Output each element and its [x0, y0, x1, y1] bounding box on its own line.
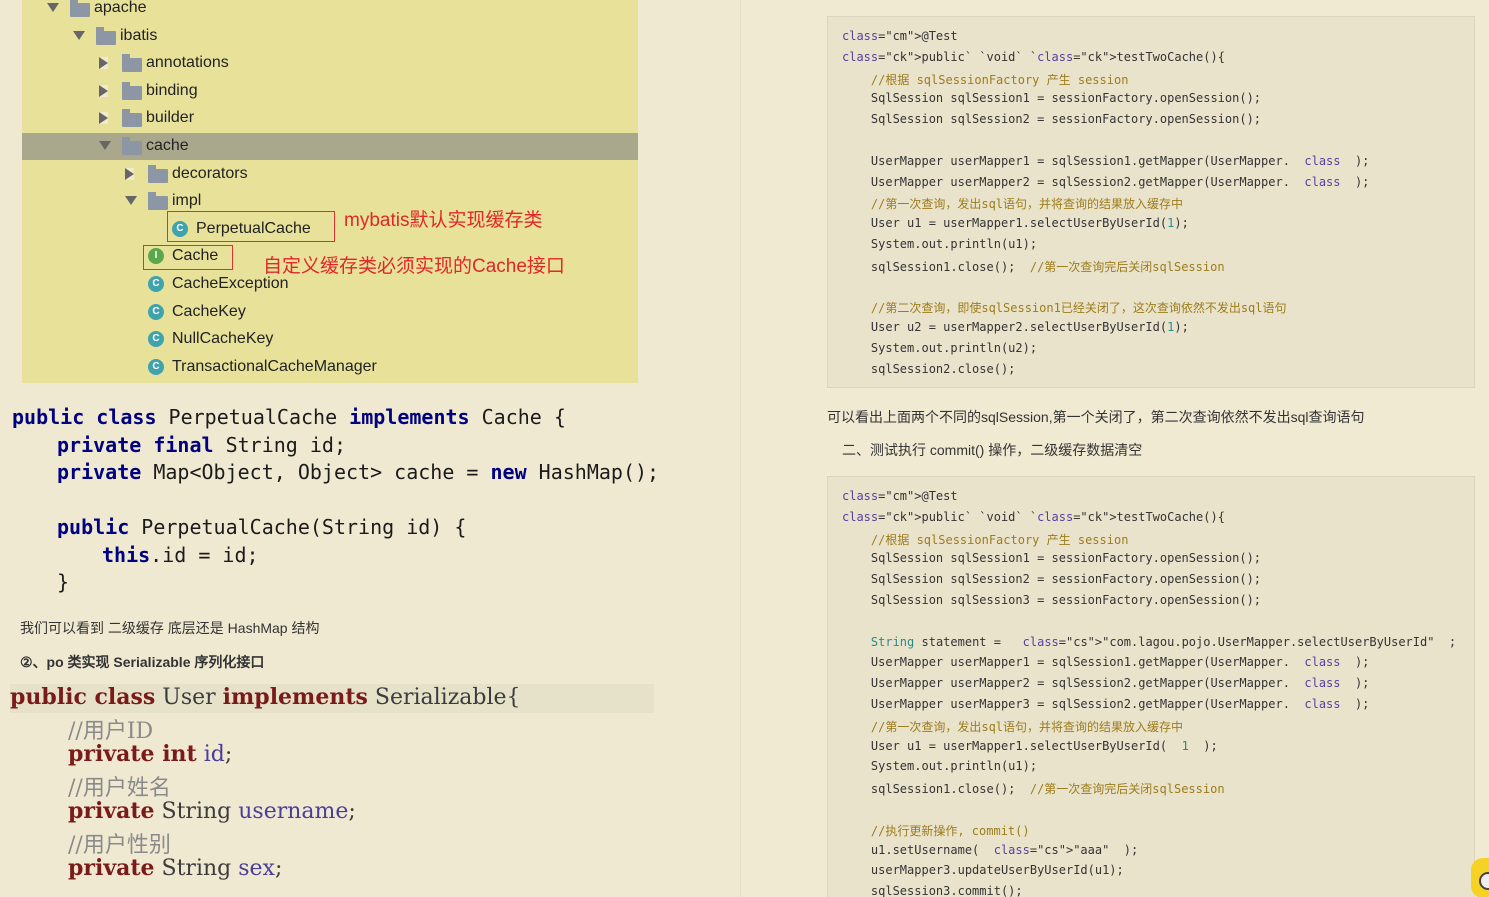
chevron-right-icon[interactable]: [99, 57, 108, 70]
tree-item-label: NullCacheKey: [172, 330, 274, 348]
tree-item-label: decorators: [172, 164, 248, 182]
tree-item-label: TransactionalCacheManager: [172, 357, 377, 375]
folder-icon: [122, 54, 142, 73]
tree-item-ibatis[interactable]: ibatis: [22, 23, 638, 50]
chevron-down-icon[interactable]: [73, 30, 85, 40]
code-line: UserMapper userMapper3 = sqlSession2.get…: [842, 697, 1370, 711]
chevron-down-icon[interactable]: [125, 196, 137, 206]
folder-icon: [122, 81, 142, 100]
tree-item-label: binding: [146, 81, 198, 99]
code-line: //第一次查询，发出sql语句，并将查询的结果放入缓存中: [870, 197, 1184, 212]
tree-item-annotations[interactable]: annotations: [22, 50, 638, 77]
chevron-down-icon[interactable]: [47, 3, 59, 12]
folder-icon: [96, 26, 116, 45]
code-line: UserMapper userMapper2 = sqlSession2.get…: [842, 676, 1370, 691]
highlight-box-perpetualcache: [167, 211, 335, 242]
folder-icon: [122, 109, 142, 128]
code-line: UserMapper userMapper2 = sqlSession2.get…: [842, 174, 1370, 189]
tree-item-cache[interactable]: cache: [22, 133, 638, 160]
paragraph-hashmap: 我们可以看到 二级缓存 底层还是 HashMap 结构: [20, 620, 320, 636]
code-line: //第二次查询，即使sqlSession1已经关闭了，这次查询依然不发出sql语…: [870, 301, 1287, 316]
code-line: sqlSession1.close(); //第一次查询完后关闭sqlSessi…: [842, 259, 1225, 274]
code-line: sqlSession3.commit();: [842, 884, 1023, 897]
code-line: User u1 = userMapper1.selectUserByUserId…: [842, 738, 1218, 753]
tree-item-builder[interactable]: builder: [22, 105, 638, 132]
tree-item-label: annotations: [146, 54, 229, 72]
tree-item-nullcachekey[interactable]: C NullCacheKey: [22, 326, 638, 353]
folder-icon: [122, 137, 142, 155]
code-line: SqlSession sqlSession2 = sessionFactory.…: [842, 572, 1262, 587]
code-line: SqlSession sqlSession3 = sessionFactory.…: [842, 593, 1262, 607]
code-line: u1.setUsername( class="cs">"aaa" );: [842, 842, 1139, 857]
code-line: SqlSession sqlSession2 = sessionFactory.…: [842, 112, 1262, 127]
annotation-cache-interface: 自定义缓存类必须实现的Cache接口: [263, 256, 565, 277]
folder-icon: [70, 0, 90, 17]
code-line: userMapper3.updateUserByUserId(u1);: [842, 863, 1124, 878]
code-line: UserMapper userMapper1 = sqlSession1.get…: [842, 655, 1370, 670]
tree-item-cachekey[interactable]: C CacheKey: [22, 299, 638, 326]
code-line: //执行更新操作, commit(): [870, 823, 1030, 838]
chevron-down-icon[interactable]: [99, 141, 111, 150]
code-line: sqlSession1.close(); //第一次查询完后关闭sqlSessi…: [842, 782, 1225, 797]
code-line: SqlSession sqlSession1 = sessionFactory.…: [842, 551, 1262, 566]
paragraph-serializable: ②、po 类实现 Serializable 序列化接口: [20, 654, 265, 670]
class-icon: C: [148, 331, 164, 348]
tree-item-label: CacheKey: [172, 302, 246, 320]
class-icon: C: [148, 303, 164, 320]
chevron-right-icon[interactable]: [125, 167, 134, 180]
code-line: System.out.println(u2);: [842, 341, 1038, 355]
tree-item-decorators[interactable]: decorators: [22, 161, 638, 188]
tree-item-label: apache: [94, 0, 147, 16]
class-icon: C: [148, 276, 164, 292]
code-line: System.out.println(u1);: [842, 759, 1038, 774]
left-column: apache ibatis annotations binding builder cac…: [0, 0, 740, 897]
folder-icon: [148, 192, 168, 211]
tree-item-label: cache: [146, 137, 189, 154]
code-block-1: class="cm">@Test class="ck">public` `void…: [827, 16, 1475, 388]
code-line: System.out.println(u1);: [842, 237, 1038, 251]
mascot-icon: [1471, 858, 1489, 897]
code-line: User u1 = userMapper1.selectUserByUserId…: [842, 216, 1189, 231]
code-line: //根据 sqlSessionFactory 产生 session: [870, 532, 1129, 547]
code-line: //第一次查询，发出sql语句，并将查询的结果放入缓存中: [870, 719, 1184, 734]
right-column: class="cm">@Test class="ck">public` `void…: [740, 0, 1489, 897]
tree-item-label: impl: [172, 192, 202, 210]
code-line: sqlSession2.close();: [842, 361, 1016, 376]
code-block-2: class="cm">@Test class="ck">public` `void…: [827, 476, 1475, 897]
code-line: String statement = class="cs">"com.lagou…: [870, 634, 1457, 649]
code-line: class="ck">public` `void` `class="ck">te…: [842, 509, 1225, 524]
code-line: UserMapper userMapper1 = sqlSession1.get…: [842, 153, 1370, 168]
code-line: class="cm">@Test: [842, 489, 958, 503]
highlight-box-cache: [143, 245, 233, 270]
code-line: SqlSession sqlSession1 = sessionFactory.…: [842, 91, 1262, 106]
chevron-right-icon[interactable]: [99, 112, 108, 125]
tree-item-label: builder: [146, 109, 195, 127]
tree-item-label: ibatis: [120, 26, 158, 44]
paragraph-commit-test: 二、测试执行 commit() 操作，二级缓存数据清空: [842, 442, 1143, 458]
code-line: //根据 sqlSessionFactory 产生 session: [870, 72, 1129, 87]
class-icon: C: [148, 358, 164, 375]
code-line: class="cm">@Test: [842, 29, 958, 43]
code-line: User u2 = userMapper2.selectUserByUserId…: [842, 320, 1189, 335]
tree-item-transactionalcachemanager[interactable]: C TransactionalCacheManager: [22, 354, 638, 381]
paragraph-result: 可以看出上面两个不同的sqlSession,第一个关闭了，第二次查询依然不发出s…: [827, 409, 1365, 425]
code-line: class="ck">public` `void` `class="ck">te…: [842, 49, 1225, 64]
tree-item-apache[interactable]: apache: [22, 0, 638, 22]
project-tree[interactable]: apache ibatis annotations binding builder cac…: [22, 0, 638, 383]
chevron-right-icon[interactable]: [99, 84, 108, 97]
tree-item-binding[interactable]: binding: [22, 78, 638, 105]
folder-icon: [148, 164, 168, 183]
annotation-default-cache: mybatis默认实现缓存类: [344, 210, 543, 231]
